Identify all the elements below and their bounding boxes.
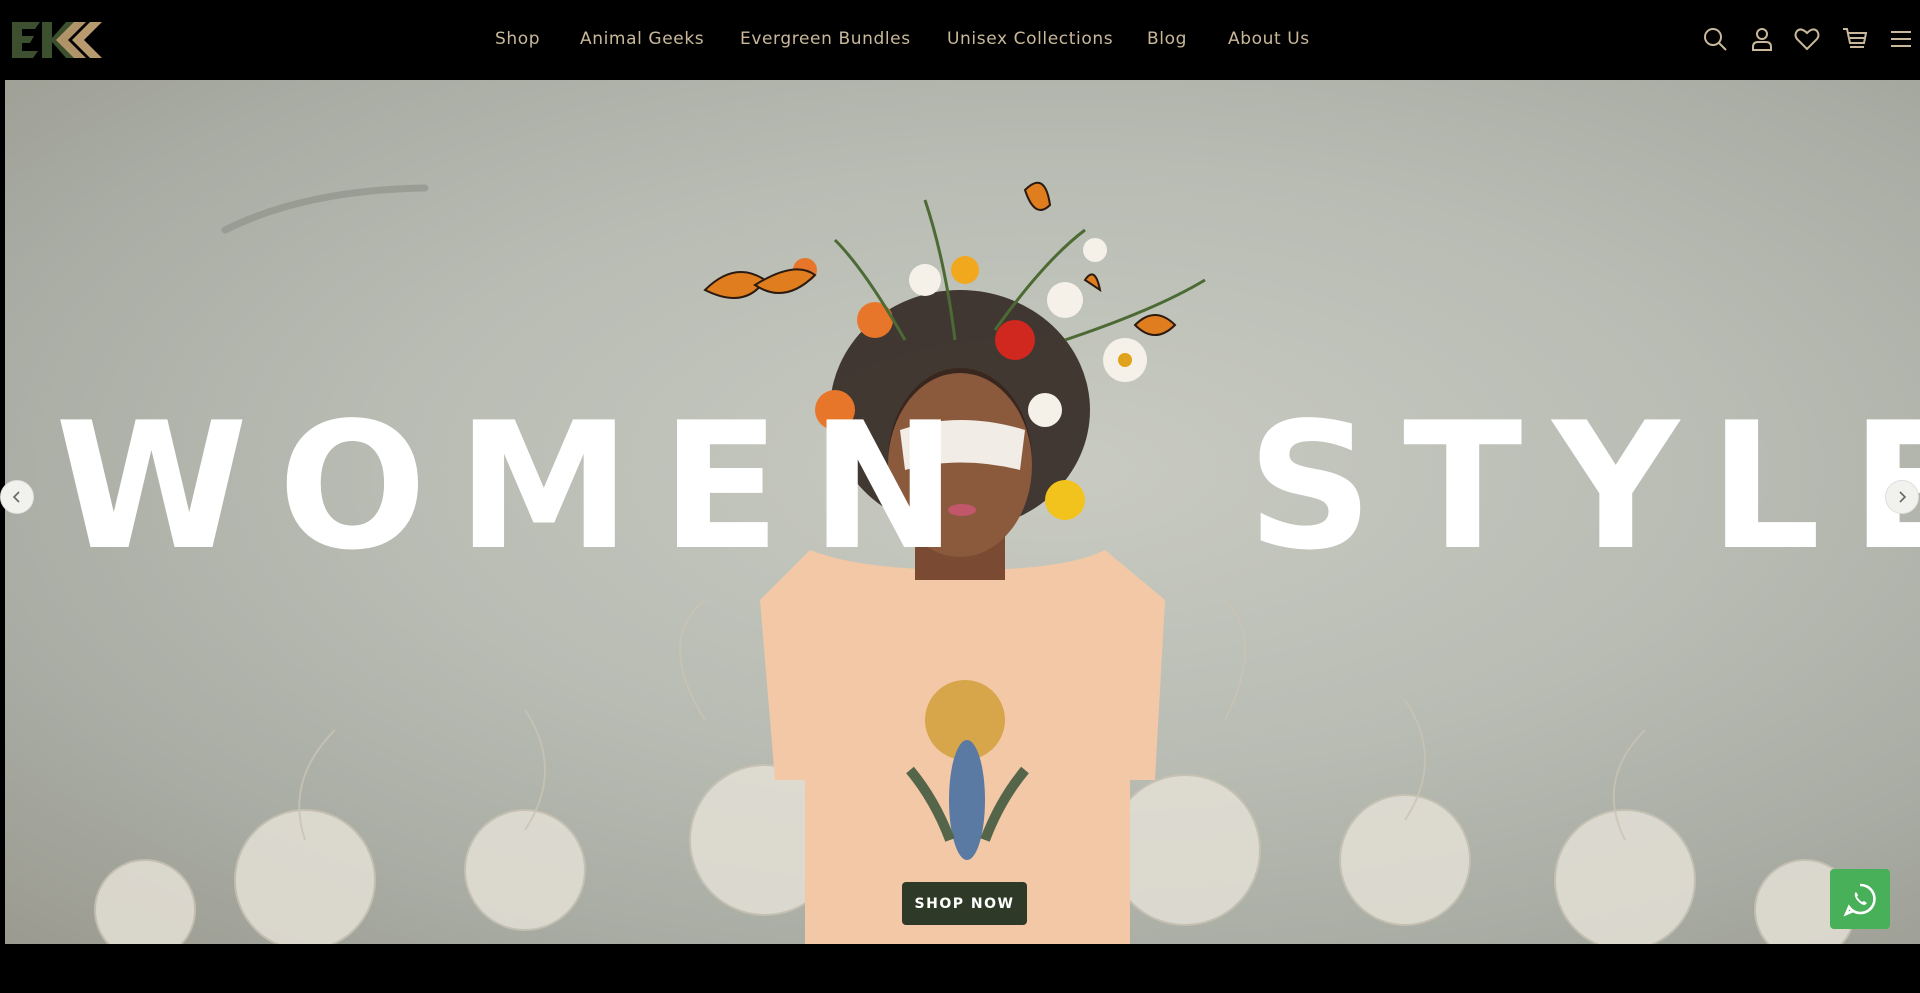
page-bottom-strip bbox=[0, 944, 1920, 993]
nav-item-unisex-collections[interactable]: Unisex Collections bbox=[947, 29, 1113, 49]
main-navigation: Shop Animal Geeks Evergreen Bundles Unis… bbox=[0, 0, 1920, 80]
nav-item-blog[interactable]: Blog bbox=[1147, 29, 1187, 49]
nav-item-about-us[interactable]: About Us bbox=[1228, 29, 1310, 49]
search-icon[interactable] bbox=[1700, 24, 1730, 54]
whatsapp-icon bbox=[1843, 883, 1876, 917]
nav-item-evergreen-bundles[interactable]: Evergreen Bundles bbox=[740, 29, 911, 49]
nav-item-shop[interactable]: Shop bbox=[495, 29, 540, 49]
hero-headline-left: WOMEN bbox=[55, 386, 987, 589]
chevron-left-icon bbox=[12, 491, 20, 503]
nav-item-animal-geeks[interactable]: Animal Geeks bbox=[580, 29, 704, 49]
wishlist-icon[interactable] bbox=[1792, 24, 1822, 54]
account-icon[interactable] bbox=[1747, 24, 1777, 54]
site-header: Shop Animal Geeks Evergreen Bundles Unis… bbox=[0, 0, 1920, 80]
hero-slide[interactable]: WOMEN STYLE bbox=[5, 80, 1920, 944]
menu-icon[interactable] bbox=[1886, 24, 1916, 54]
chevron-right-icon bbox=[1899, 491, 1907, 503]
slider-prev-button[interactable] bbox=[0, 480, 34, 514]
cart-icon[interactable] bbox=[1840, 24, 1870, 54]
hero-headline-right: STYLE bbox=[1247, 386, 1920, 589]
whatsapp-chat-button[interactable] bbox=[1830, 869, 1890, 929]
shop-now-button[interactable]: SHOP NOW bbox=[902, 882, 1027, 925]
slider-next-button[interactable] bbox=[1885, 480, 1919, 514]
